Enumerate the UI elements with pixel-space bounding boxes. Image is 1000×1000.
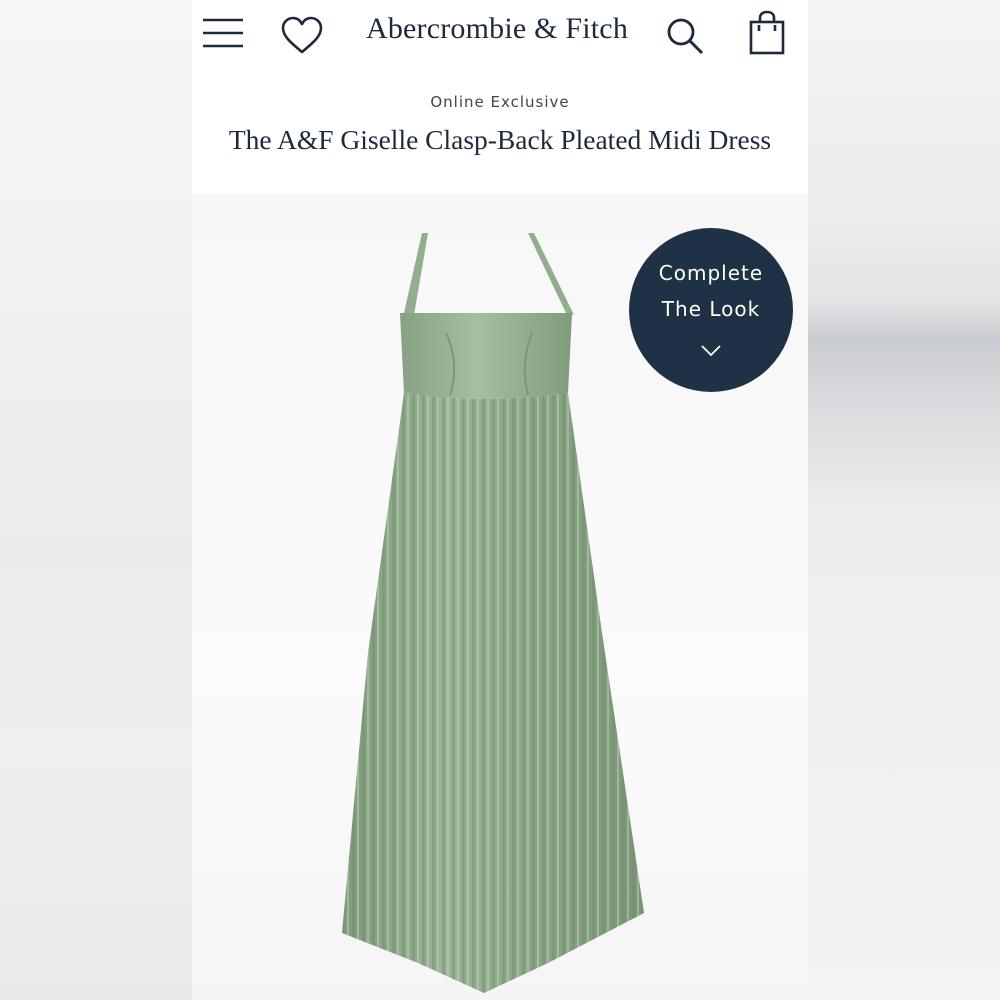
search-icon[interactable] — [665, 16, 705, 56]
product-image-area[interactable]: Complete The Look — [192, 193, 808, 1000]
top-navigation-bar: Abercrombie & Fitch — [192, 0, 808, 70]
complete-the-look-line2: The Look — [661, 297, 761, 321]
blurred-frame-right — [808, 0, 1000, 1000]
heart-icon[interactable] — [280, 16, 324, 56]
complete-the-look-line1: Complete — [658, 261, 764, 285]
complete-the-look-button[interactable]: Complete The Look — [629, 228, 793, 392]
product-title: The A&F Giselle Clasp-Back Pleated Midi … — [228, 124, 772, 155]
blurred-frame-left — [0, 0, 192, 1000]
chevron-down-icon — [701, 345, 721, 357]
shopping-bag-icon[interactable] — [747, 10, 787, 56]
hamburger-menu-icon[interactable] — [201, 14, 245, 52]
online-exclusive-label: Online Exclusive — [430, 93, 570, 111]
brand-logo[interactable]: Abercrombie & Fitch — [352, 12, 642, 46]
mobile-product-page: Abercrombie & Fitch Online Exclusive The… — [192, 0, 808, 1000]
